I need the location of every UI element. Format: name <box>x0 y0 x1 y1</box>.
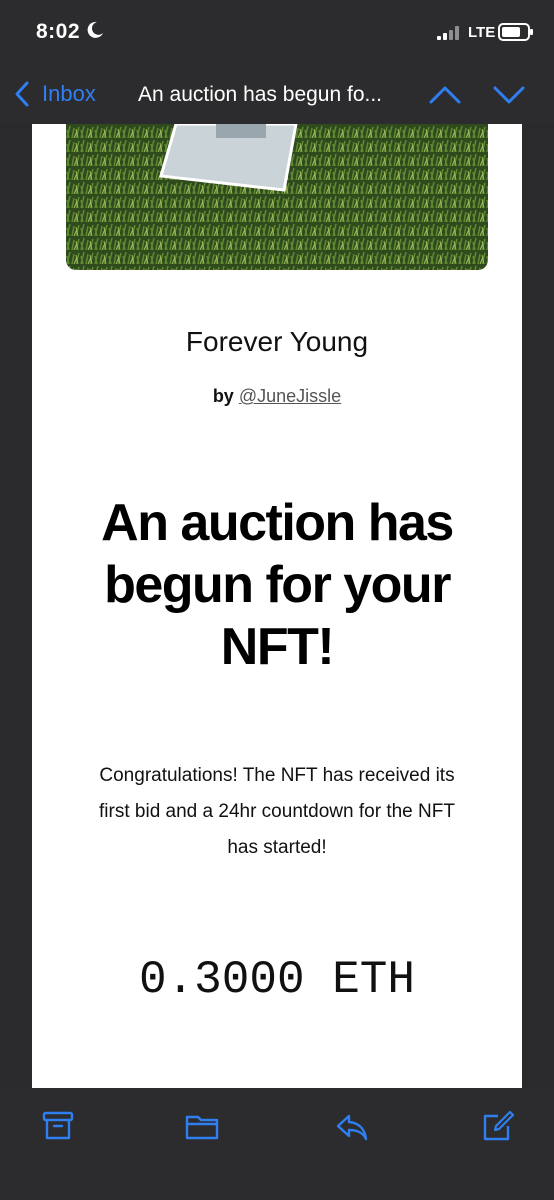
headline-line: An auction has <box>101 494 454 552</box>
back-label: Inbox <box>42 81 96 106</box>
by-prefix: by <box>212 386 234 406</box>
status-time: 8:02 <box>36 20 81 43</box>
creator-handle-link[interactable]: @JuneJissle <box>239 386 341 406</box>
battery-icon <box>498 23 533 41</box>
message-line: Congratulations! The NFT has received it… <box>99 765 455 786</box>
email-content-area[interactable]: Forever Young by @JuneJissle An auction … <box>0 124 554 1088</box>
chevron-down-icon[interactable] <box>492 82 526 108</box>
message-line: has started! <box>227 837 327 858</box>
back-to-inbox-button[interactable]: Inbox <box>12 78 96 110</box>
email-subject-title: An auction has begun fo... <box>138 83 383 106</box>
folder-icon[interactable] <box>184 1108 220 1144</box>
message-line: first bid and a 24hr countdown for the N… <box>99 801 455 822</box>
reply-icon[interactable] <box>334 1108 370 1144</box>
phone-screen: 8:02 LTE Inbox An auction has begun fo..… <box>0 0 554 1200</box>
nft-creator-line: by @JuneJissle <box>32 386 522 407</box>
nft-title: Forever Young <box>185 326 369 357</box>
nav-bar: Inbox An auction has begun fo... <box>0 66 554 124</box>
chevron-up-icon[interactable] <box>428 82 462 108</box>
moon-icon <box>87 21 103 38</box>
headline-line: begun for your <box>104 556 451 614</box>
bid-amount: 0.3000 ETH <box>138 954 416 1006</box>
headline-line: NFT! <box>220 618 335 676</box>
chevron-left-icon <box>15 81 29 107</box>
network-type: LTE <box>468 24 496 41</box>
compose-icon[interactable] <box>480 1108 516 1144</box>
email-body-card: Forever Young by @JuneJissle An auction … <box>32 124 522 1088</box>
congratulations-message: Congratulations! The NFT has received it… <box>62 758 492 866</box>
status-bar: 8:02 LTE <box>0 0 554 66</box>
bottom-toolbar <box>0 1088 554 1200</box>
headline: An auction has begun for your NFT! <box>32 492 522 678</box>
signal-bars-icon <box>437 26 459 40</box>
nft-artwork-image <box>66 124 488 270</box>
archive-icon[interactable] <box>40 1108 76 1144</box>
